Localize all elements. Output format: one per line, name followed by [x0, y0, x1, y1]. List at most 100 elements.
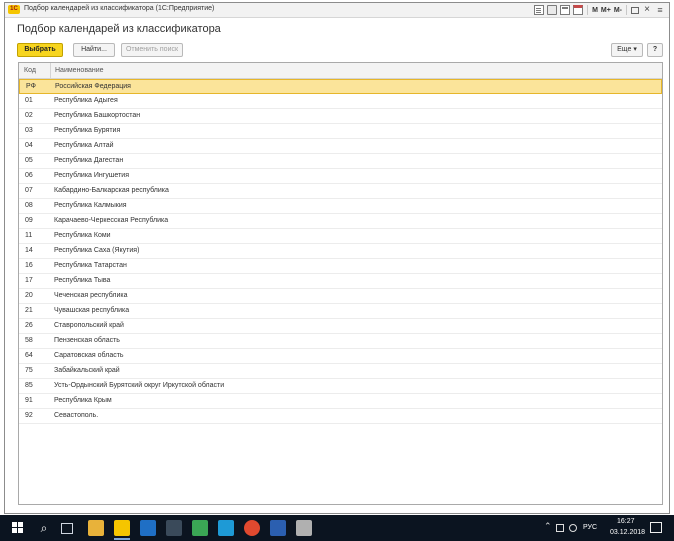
cell-code: 58 — [25, 337, 33, 344]
table-row[interactable]: 20 Чеченская республика — [19, 289, 662, 304]
more-button[interactable]: Еще ▾ — [611, 43, 643, 57]
word-icon[interactable] — [270, 520, 286, 536]
cell-name: Республика Бурятия — [54, 127, 121, 134]
help-button[interactable]: ? — [647, 43, 663, 57]
restore-window-icon[interactable] — [631, 6, 639, 14]
outlook-icon[interactable] — [140, 520, 156, 536]
task-view-icon[interactable] — [61, 523, 73, 534]
cell-code: 21 — [25, 307, 33, 314]
table-row[interactable]: 58 Пензенская область — [19, 334, 662, 349]
column-header-code[interactable]: Код — [24, 63, 36, 78]
table-row[interactable]: 05 Республика Дагестан — [19, 154, 662, 169]
table-row[interactable]: 75 Забайкальский край — [19, 364, 662, 379]
cell-code: 04 — [25, 142, 33, 149]
cell-code: 11 — [25, 232, 33, 239]
cell-code: 02 — [25, 112, 33, 119]
find-button[interactable]: Найти... — [73, 43, 115, 57]
cell-code: 07 — [25, 187, 33, 194]
windows-start-icon[interactable] — [12, 522, 24, 534]
table-header: Код Наименование — [19, 63, 662, 79]
cell-name: Республика Адыгея — [54, 97, 118, 104]
green-app-icon[interactable] — [192, 520, 208, 536]
taskbar: ⌕ ⌃ РУС 16:27 03.12.2018 — [0, 515, 674, 541]
cell-code: 06 — [25, 172, 33, 179]
file-explorer-icon[interactable] — [88, 520, 104, 536]
table-row[interactable]: 03 Республика Бурятия — [19, 124, 662, 139]
table-row[interactable]: 64 Саратовская область — [19, 349, 662, 364]
cell-code: 64 — [25, 352, 33, 359]
table-row[interactable]: 08 Республика Калмыкия — [19, 199, 662, 214]
table-row[interactable]: 16 Республика Татарстан — [19, 259, 662, 274]
column-header-name[interactable]: Наименование — [50, 63, 104, 78]
table-row[interactable]: 91 Республика Крым — [19, 394, 662, 409]
cell-code: 09 — [25, 217, 33, 224]
window-title: Подбор календарей из классификатора (1С:… — [24, 5, 215, 12]
cell-code: 16 — [25, 262, 33, 269]
calendar-icon[interactable] — [573, 5, 584, 15]
menu-icon[interactable]: ≡ — [655, 5, 665, 15]
memory-minus-button[interactable]: M- — [614, 7, 622, 14]
table-row[interactable]: 02 Республика Башкортостан — [19, 109, 662, 124]
cell-code: 85 — [25, 382, 33, 389]
page-title: Подбор календарей из классификатора — [17, 23, 221, 35]
app-window: 1С Подбор календарей из классификатора (… — [4, 2, 670, 514]
table-row[interactable]: 85 Усть-Ордынский Бурятский округ Иркутск… — [19, 379, 662, 394]
table-row[interactable]: 09 Карачаево-Черкесская Республика — [19, 214, 662, 229]
search-icon[interactable]: ⌕ — [36, 520, 52, 536]
cell-name: Республика Коми — [54, 232, 111, 239]
table-body: РФ Российская Федерация 01 Республика Адыге… — [19, 79, 662, 424]
memory-button[interactable]: M — [592, 7, 598, 14]
cell-name: Республика Дагестан — [54, 157, 124, 164]
table-row[interactable]: РФ Российская Федерация — [19, 79, 662, 94]
cell-code: 17 — [25, 277, 33, 284]
cell-code: 01 — [25, 97, 33, 104]
close-icon[interactable]: × — [642, 5, 652, 15]
cell-code: 26 — [25, 322, 33, 329]
cell-code: 75 — [25, 367, 33, 374]
print-icon[interactable] — [547, 5, 558, 15]
table-row[interactable]: 11 Республика Коми — [19, 229, 662, 244]
cell-code: РФ — [26, 83, 36, 90]
cell-code: 03 — [25, 127, 33, 134]
active-indicator — [114, 538, 130, 540]
cell-name: Российская Федерация — [55, 83, 131, 90]
table-row[interactable]: 06 Республика Ингушетия — [19, 169, 662, 184]
table-row[interactable]: 01 Республика Адыгея — [19, 94, 662, 109]
network-icon[interactable] — [556, 524, 564, 532]
table-row[interactable]: 92 Севастополь. — [19, 409, 662, 424]
toolbar-divider — [626, 5, 627, 15]
document-icon[interactable] — [534, 5, 545, 15]
table-row[interactable]: 26 Ставропольский край — [19, 319, 662, 334]
language-indicator[interactable]: РУС — [583, 524, 597, 531]
cell-name: Кабардино-Балкарская республика — [54, 187, 169, 194]
chrome-icon[interactable] — [244, 520, 260, 536]
misc-app-icon[interactable] — [296, 520, 312, 536]
cell-name: Забайкальский край — [54, 367, 120, 374]
clock-date[interactable]: 03.12.2018 — [610, 529, 645, 536]
volume-icon[interactable] — [569, 524, 577, 532]
cell-name: Республика Тыва — [54, 277, 111, 284]
cell-name: Чувашская республика — [54, 307, 130, 314]
notification-icon[interactable] — [650, 522, 662, 533]
chat-app-icon[interactable] — [218, 520, 234, 536]
clock-time[interactable]: 16:27 — [617, 518, 635, 525]
cancel-search-button[interactable]: Отменить поиск — [121, 43, 183, 57]
table-row[interactable]: 14 Республика Саха (Якутия) — [19, 244, 662, 259]
cell-name: Саратовская область — [54, 352, 124, 359]
table-row[interactable]: 21 Чувашская республика — [19, 304, 662, 319]
memory-plus-button[interactable]: M+ — [601, 7, 611, 14]
cell-code: 92 — [25, 412, 33, 419]
terminal-icon[interactable] — [166, 520, 182, 536]
cell-code: 14 — [25, 247, 33, 254]
chevron-up-icon[interactable]: ⌃ — [544, 521, 552, 532]
cell-code: 05 — [25, 157, 33, 164]
cell-name: Севастополь. — [54, 412, 99, 419]
table-row[interactable]: 17 Республика Тыва — [19, 274, 662, 289]
select-button[interactable]: Выбрать — [17, 43, 63, 57]
table-row[interactable]: 04 Республика Алтай — [19, 139, 662, 154]
cell-name: Усть-Ордынский Бурятский округ Иркутской… — [54, 382, 225, 389]
1c-app-icon[interactable] — [114, 520, 130, 540]
cell-code: 20 — [25, 292, 33, 299]
table-row[interactable]: 07 Кабардино-Балкарская республика — [19, 184, 662, 199]
calculator-icon[interactable] — [560, 5, 571, 15]
